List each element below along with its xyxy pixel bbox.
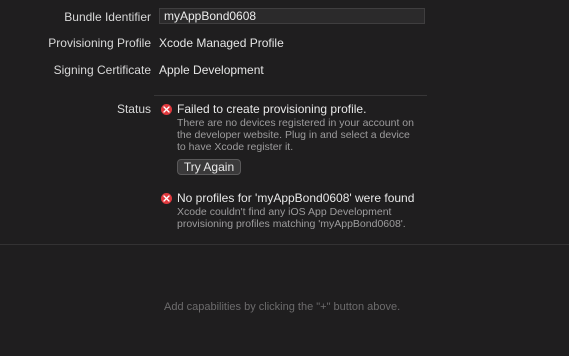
error-title-provisioning: Failed to create provisioning profile. <box>177 102 367 116</box>
signing-certificate-label: Signing Certificate <box>53 63 151 77</box>
signing-certificate-value: Apple Development <box>159 63 264 77</box>
provisioning-profile-value: Xcode Managed Profile <box>159 36 284 50</box>
error-detail-line: Xcode couldn't find any iOS App Developm… <box>177 206 392 218</box>
capabilities-placeholder: Add capabilities by clicking the "+" but… <box>164 301 401 313</box>
provisioning-profile-label: Provisioning Profile <box>48 36 151 50</box>
try-again-button[interactable]: Try Again <box>177 159 241 175</box>
error-detail-provisioning: There are no devices registered in your … <box>177 117 437 153</box>
error-detail-line: provisioning profiles matching 'myAppBon… <box>177 218 406 230</box>
status-label: Status <box>116 102 151 116</box>
bundle-identifier-label: Bundle Identifier <box>64 10 151 24</box>
error-icon <box>161 193 172 204</box>
bundle-identifier-input[interactable] <box>159 8 425 24</box>
capabilities-separator <box>0 244 569 245</box>
error-detail-line: There are no devices registered in your … <box>177 117 414 129</box>
error-icon <box>161 104 172 115</box>
section-divider <box>154 95 427 96</box>
signing-capabilities-pane: Bundle Identifier Provisioning Profile X… <box>0 0 569 356</box>
error-detail-line: to have Xcode register it. <box>177 141 294 153</box>
error-title-no-profiles: No profiles for 'myAppBond0608' were fou… <box>177 191 415 205</box>
error-detail-line: the developer website. Plug in and selec… <box>177 129 410 141</box>
error-detail-no-profiles: Xcode couldn't find any iOS App Developm… <box>177 206 437 230</box>
